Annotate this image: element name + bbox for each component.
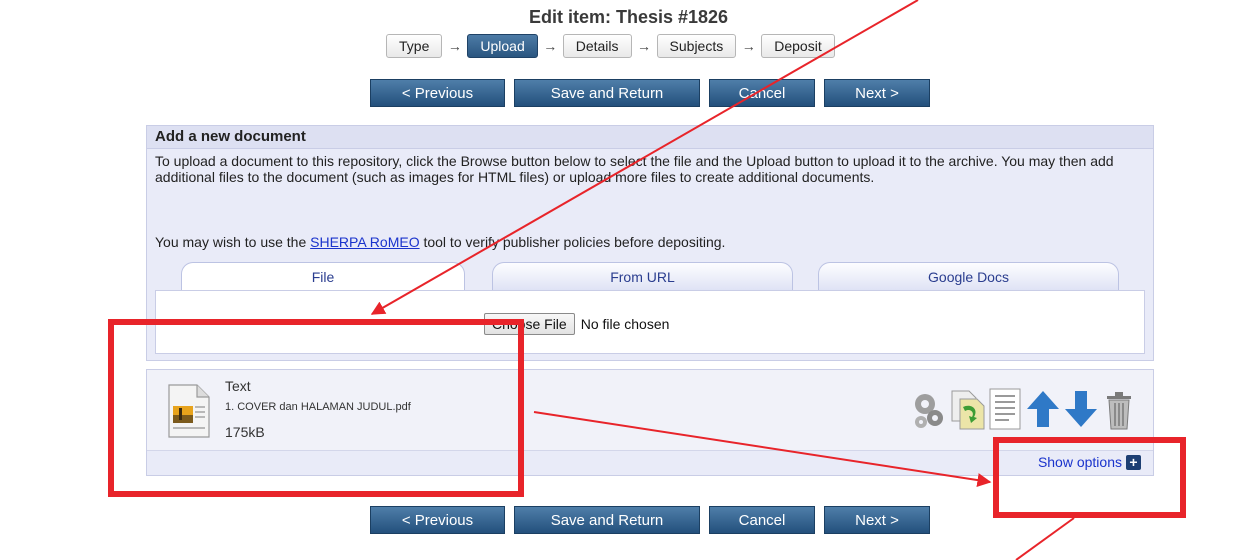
move-up-icon[interactable] bbox=[1025, 387, 1061, 431]
tab-file[interactable]: File bbox=[181, 262, 465, 291]
previous-button[interactable]: < Previous bbox=[370, 506, 505, 534]
tab-google-docs[interactable]: Google Docs bbox=[818, 262, 1119, 290]
step-type[interactable]: Type bbox=[386, 34, 443, 58]
document-type: Text bbox=[225, 378, 251, 394]
previous-button[interactable]: < Previous bbox=[370, 79, 505, 107]
nav-buttons-top: < Previous Save and Return Cancel Next > bbox=[370, 79, 930, 107]
next-button[interactable]: Next > bbox=[824, 79, 930, 107]
romeo-note: You may wish to use the SHERPA RoMEO too… bbox=[155, 234, 725, 250]
no-file-chosen-text: No file chosen bbox=[580, 316, 670, 332]
save-and-return-button[interactable]: Save and Return bbox=[514, 506, 700, 534]
add-document-panel: Add a new document To upload a document … bbox=[146, 125, 1154, 361]
step-subjects[interactable]: Subjects bbox=[656, 34, 737, 58]
plus-icon: + bbox=[1126, 454, 1141, 470]
workflow-steps: Type → Upload → Details → Subjects → Dep… bbox=[386, 34, 835, 58]
romeo-suffix: tool to verify publisher policies before… bbox=[419, 234, 726, 250]
sherpa-romeo-link[interactable]: SHERPA RoMEO bbox=[310, 234, 419, 250]
convert-icon[interactable] bbox=[949, 387, 985, 431]
cancel-button[interactable]: Cancel bbox=[709, 506, 815, 534]
annotation-arrow-lower bbox=[1015, 517, 1075, 560]
nav-buttons-bottom: < Previous Save and Return Cancel Next > bbox=[370, 506, 930, 534]
panel-title: Add a new document bbox=[147, 126, 1153, 149]
step-upload[interactable]: Upload bbox=[467, 34, 538, 58]
show-options-link[interactable]: Show options + bbox=[1038, 454, 1141, 470]
details-icon[interactable] bbox=[987, 387, 1023, 431]
step-details[interactable]: Details bbox=[562, 34, 632, 58]
upload-instructions: To upload a document to this repository,… bbox=[155, 153, 1114, 185]
romeo-prefix: You may wish to use the bbox=[155, 234, 311, 250]
arrow-right-icon: → bbox=[741, 38, 756, 54]
gears-icon[interactable] bbox=[911, 387, 947, 431]
document-panel: Text 1. COVER dan HALAMAN JUDUL.pdf 175k… bbox=[146, 369, 1154, 476]
document-tools bbox=[911, 387, 1137, 431]
trash-icon[interactable] bbox=[1101, 387, 1137, 431]
show-options-label: Show options bbox=[1037, 454, 1122, 470]
arrow-right-icon: → bbox=[447, 38, 462, 54]
file-tab-body: Choose File No file chosen bbox=[155, 290, 1145, 354]
page-title: Edit item: Thesis #1826 bbox=[528, 7, 729, 27]
choose-file-button[interactable]: Choose File bbox=[484, 313, 575, 335]
document-row: Text 1. COVER dan HALAMAN JUDUL.pdf 175k… bbox=[147, 370, 1153, 451]
tab-from-url[interactable]: From URL bbox=[492, 262, 793, 290]
document-filename[interactable]: 1. COVER dan HALAMAN JUDUL.pdf bbox=[225, 401, 411, 413]
step-deposit[interactable]: Deposit bbox=[761, 34, 835, 58]
file-picker: Choose File No file chosen bbox=[484, 313, 669, 335]
arrow-right-icon: → bbox=[637, 38, 652, 54]
pdf-document-icon bbox=[168, 384, 210, 438]
cancel-button[interactable]: Cancel bbox=[709, 79, 815, 107]
move-down-icon[interactable] bbox=[1063, 387, 1099, 431]
save-and-return-button[interactable]: Save and Return bbox=[514, 79, 700, 107]
document-size: 175kB bbox=[225, 424, 265, 440]
arrow-right-icon: → bbox=[543, 38, 558, 54]
next-button[interactable]: Next > bbox=[824, 506, 930, 534]
